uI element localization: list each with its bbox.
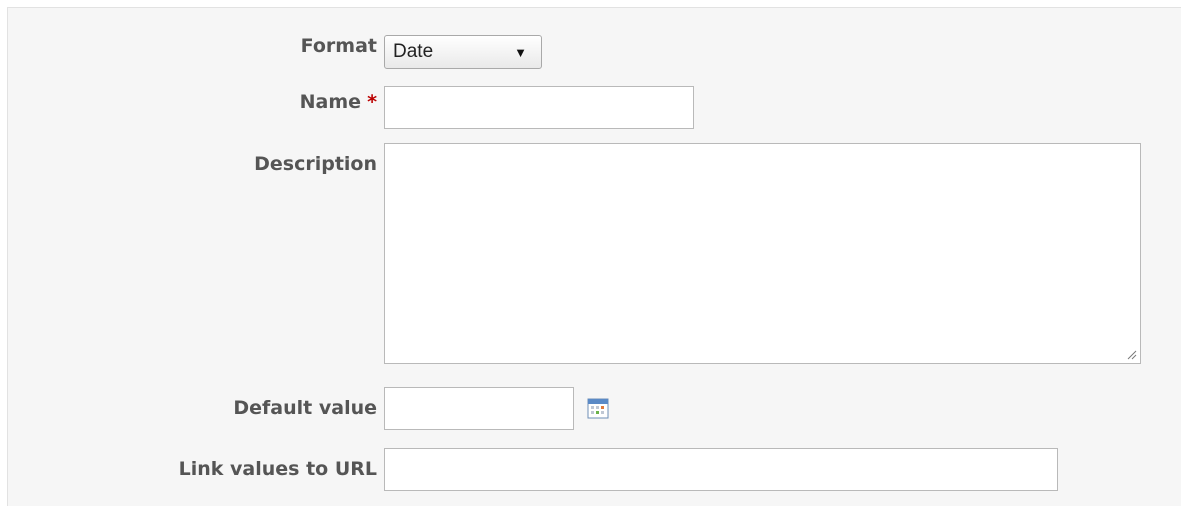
name-row: Name * (8, 86, 1181, 129)
default-value-label: Default value (233, 397, 377, 419)
dropdown-arrow-icon: ▼ (514, 45, 527, 60)
name-label-text: Name (299, 91, 362, 113)
link-url-row: Link values to URL (8, 448, 1181, 491)
default-value-input[interactable] (384, 387, 574, 430)
link-url-label: Link values to URL (178, 458, 377, 480)
description-row: Description (8, 143, 1181, 364)
format-selected-value: Date (393, 41, 434, 62)
name-label: Name * (300, 90, 377, 114)
calendar-icon[interactable] (587, 397, 609, 419)
link-url-input[interactable] (384, 448, 1058, 491)
custom-field-form: Format Date ▼ Name * Description Default … (7, 7, 1181, 506)
format-select[interactable]: Date ▼ (384, 35, 542, 69)
required-marker: * (367, 91, 377, 113)
name-input[interactable] (384, 86, 694, 129)
format-row: Format Date ▼ (8, 35, 1181, 69)
format-label: Format (300, 35, 377, 57)
default-value-row: Default value (8, 387, 1181, 430)
description-label: Description (254, 153, 377, 175)
description-textarea[interactable] (384, 143, 1141, 364)
resize-grip-icon[interactable] (1125, 348, 1137, 360)
